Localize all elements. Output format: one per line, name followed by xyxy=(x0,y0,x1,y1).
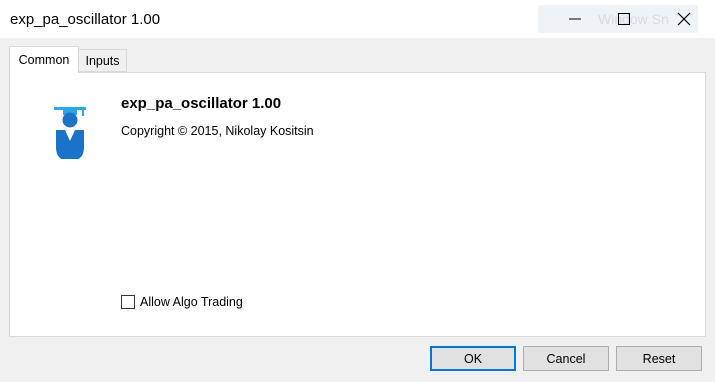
reset-button-label: Reset xyxy=(642,351,676,366)
graduate-icon xyxy=(54,107,86,159)
tab-inputs-label: Inputs xyxy=(85,54,120,68)
allow-algo-trading-option[interactable]: Allow Algo Trading xyxy=(121,293,243,311)
reset-button[interactable]: Reset xyxy=(616,346,702,371)
tab-common-label: Common xyxy=(18,53,70,67)
maximize-icon xyxy=(618,13,630,25)
program-name: exp_pa_oscillator 1.00 xyxy=(121,95,282,112)
maximize-button[interactable] xyxy=(601,0,647,38)
minimize-button[interactable] xyxy=(552,0,598,38)
dialog-body: Common Inputs exp_pa_oscillator 1.00 Cop… xyxy=(0,38,715,382)
window-title: exp_pa_oscillator 1.00 xyxy=(10,11,161,28)
cancel-button-label: Cancel xyxy=(546,351,586,366)
tab-inputs[interactable]: Inputs xyxy=(78,49,127,72)
common-panel: exp_pa_oscillator 1.00 Copyright © 2015,… xyxy=(9,72,706,337)
close-icon xyxy=(677,12,691,26)
close-button[interactable] xyxy=(661,0,707,38)
title-bar: exp_pa_oscillator 1.00 Window Sn xyxy=(0,0,715,38)
allow-algo-trading-checkbox[interactable] xyxy=(121,295,135,309)
cancel-button[interactable]: Cancel xyxy=(523,346,609,371)
ok-button-label: OK xyxy=(463,351,483,366)
allow-algo-trading-label: Allow Algo Trading xyxy=(140,295,243,309)
ok-button[interactable]: OK xyxy=(430,346,516,371)
tab-common[interactable]: Common xyxy=(9,46,79,73)
copyright-text: Copyright © 2015, Nikolay Kositsin xyxy=(121,124,314,138)
minimize-icon xyxy=(569,18,581,20)
